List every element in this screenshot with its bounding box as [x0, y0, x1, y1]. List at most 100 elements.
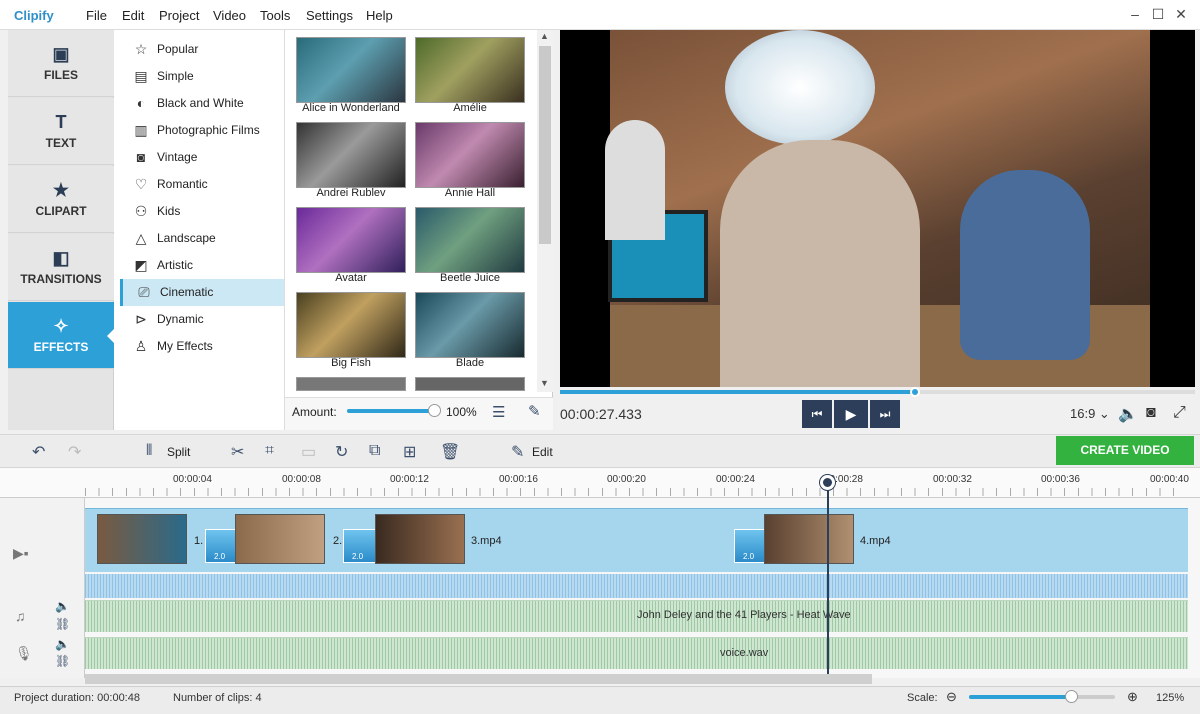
category-label: Romantic: [157, 177, 208, 191]
clip-thumbnail[interactable]: [764, 514, 854, 564]
rotate-icon[interactable]: ↻: [335, 442, 348, 462]
tick-label: 00:00:12: [390, 474, 429, 485]
user-icon: ♙: [134, 338, 148, 354]
amount-slider-handle[interactable]: [428, 404, 441, 417]
scale-label: Scale:: [907, 692, 938, 704]
clip-label: 4.mp4: [860, 535, 891, 547]
category-simple[interactable]: ▤ Simple: [120, 63, 284, 90]
effect-thumbnail[interactable]: [296, 292, 406, 358]
previous-button[interactable]: ⏮: [802, 400, 832, 428]
effect-thumbnail[interactable]: [415, 377, 525, 391]
category-my-effects[interactable]: ♙ My Effects: [120, 333, 284, 360]
effect-thumbnail[interactable]: [296, 122, 406, 188]
transition-box[interactable]: 2.0: [343, 529, 377, 563]
nav-tab-text[interactable]: T TEXT: [8, 98, 114, 165]
nav-tab-effects[interactable]: ✧ EFFECTS: [8, 302, 115, 369]
category-artistic[interactable]: ◩ Artistic: [120, 252, 284, 279]
nav-tab-clipart[interactable]: ★ CLIPART: [8, 166, 114, 233]
dynamic-icon: ⊳: [135, 311, 147, 327]
volume-icon[interactable]: 🔈: [1118, 404, 1138, 424]
stabilize-icon[interactable]: ▭: [301, 442, 316, 462]
effect-label: Avatar: [335, 272, 367, 284]
preview-progress-handle[interactable]: [910, 387, 920, 397]
snapshot-camera-icon[interactable]: ◙: [1146, 404, 1156, 422]
clip-thumbnail[interactable]: [235, 514, 325, 564]
zoom-in-icon[interactable]: ⊕: [1127, 689, 1138, 705]
close-icon[interactable]: ✕: [1173, 6, 1189, 22]
effect-thumbnail[interactable]: [296, 207, 406, 273]
menu-help[interactable]: Help: [366, 8, 393, 23]
effect-thumbnail[interactable]: [296, 37, 406, 103]
menu-edit[interactable]: Edit: [122, 8, 144, 23]
play-button[interactable]: ▶: [834, 400, 868, 428]
softbox-light: [725, 30, 875, 145]
voice-volume-icon[interactable]: 🔈: [55, 637, 70, 651]
undo-icon[interactable]: ↶: [32, 442, 45, 462]
music-note-icon: ♫: [15, 608, 26, 624]
menu-video[interactable]: Video: [213, 8, 246, 23]
timeline-scrollbar[interactable]: [85, 674, 872, 684]
clip-thumbnail[interactable]: [375, 514, 465, 564]
music-volume-icon[interactable]: 🔈: [55, 599, 70, 613]
music-link-icon[interactable]: ⛓: [55, 617, 70, 631]
app-logo: Clipify: [14, 8, 54, 23]
effect-thumbnail[interactable]: [296, 377, 406, 391]
playhead-line[interactable]: [827, 480, 829, 674]
category-landscape[interactable]: △ Landscape: [120, 225, 284, 252]
split-button[interactable]: Split: [167, 445, 190, 459]
tick-label: 00:00:08: [282, 474, 321, 485]
tick-label: 00:00:36: [1041, 474, 1080, 485]
adjust-sliders-icon[interactable]: ☰: [492, 403, 505, 421]
minimize-icon[interactable]: –: [1127, 6, 1143, 22]
heart-icon: ♡: [134, 176, 148, 192]
category-popular[interactable]: ☆ Popular: [120, 36, 284, 63]
playhead-handle[interactable]: [820, 475, 835, 490]
category-kids[interactable]: ⚇ Kids: [120, 198, 284, 225]
edit-button[interactable]: Edit: [532, 445, 553, 459]
video-preview[interactable]: [560, 30, 1195, 387]
split-icon[interactable]: ⫴: [146, 442, 152, 459]
transition-box[interactable]: 2.0: [734, 529, 768, 563]
edit-icon[interactable]: ✎: [511, 442, 524, 462]
brush-icon[interactable]: ✎: [528, 402, 541, 420]
aspect-ratio-select[interactable]: 16:9 ⌄: [1070, 406, 1110, 422]
next-button[interactable]: ⏭: [870, 400, 900, 428]
zoom-effect-icon[interactable]: ⧉: [369, 442, 380, 460]
zoom-out-icon[interactable]: ⊖: [946, 689, 957, 705]
category-dynamic[interactable]: ⊳ Dynamic: [120, 306, 284, 333]
effect-thumbnail[interactable]: [415, 122, 525, 188]
category-black-and-white[interactable]: ◐ Black and White: [120, 90, 284, 117]
menu-settings[interactable]: Settings: [306, 8, 353, 23]
effects-scrollbar-thumb[interactable]: [539, 46, 551, 244]
category-photographic-films[interactable]: ▥ Photographic Films: [120, 117, 284, 144]
cut-icon[interactable]: ✂: [231, 442, 244, 462]
menu-file[interactable]: File: [86, 8, 107, 23]
menu-project[interactable]: Project: [159, 8, 199, 23]
nav-tab-label: TEXT: [45, 136, 77, 150]
create-video-button[interactable]: CREATE VIDEO: [1056, 436, 1194, 465]
transition-box[interactable]: 2.0: [205, 529, 239, 563]
redo-icon[interactable]: ↷: [68, 442, 81, 462]
crop-icon[interactable]: ⌗: [265, 442, 274, 460]
voice-track[interactable]: [85, 637, 1188, 669]
voice-link-icon[interactable]: ⛓: [55, 654, 70, 668]
effect-thumbnail[interactable]: [415, 37, 525, 103]
category-romantic[interactable]: ♡ Romantic: [120, 171, 284, 198]
category-vintage[interactable]: ◙ Vintage: [120, 144, 284, 171]
clip-thumbnail[interactable]: [97, 514, 187, 564]
nav-tab-files[interactable]: ▣ FILES: [8, 30, 114, 97]
category-cinematic[interactable]: ⎚ Cinematic: [120, 279, 284, 306]
add-clip-icon[interactable]: ⊞: [403, 442, 416, 462]
menu-tools[interactable]: Tools: [260, 8, 290, 23]
effect-thumbnail[interactable]: [415, 292, 525, 358]
scale-slider-handle[interactable]: [1065, 690, 1078, 703]
maximize-icon[interactable]: ☐: [1150, 6, 1166, 22]
delete-icon[interactable]: 🗑: [440, 442, 460, 462]
kids-icon: ⚇: [134, 203, 148, 219]
palette-icon: ◩: [134, 257, 148, 273]
effect-thumbnail[interactable]: [415, 207, 525, 273]
nav-tab-transitions[interactable]: ◧ TRANSITIONS: [8, 234, 114, 301]
scroll-up-icon[interactable]: ▲: [540, 31, 549, 41]
scroll-down-icon[interactable]: ▼: [540, 378, 549, 388]
fullscreen-icon[interactable]: ⤢: [1173, 404, 1186, 422]
